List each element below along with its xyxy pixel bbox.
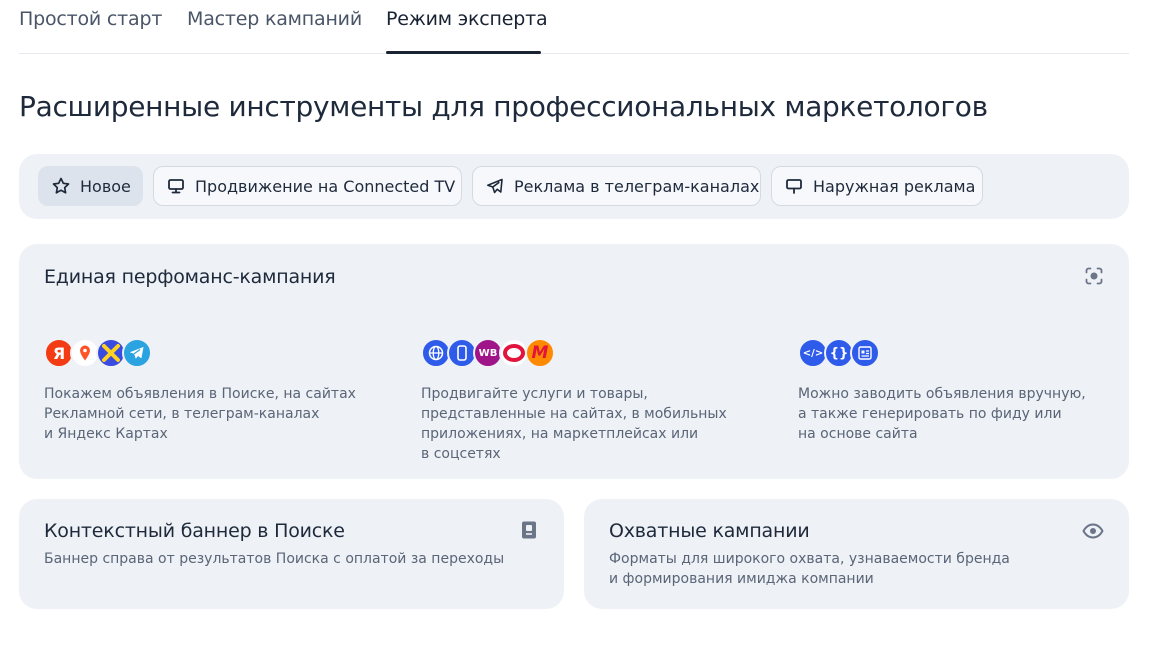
- contextual-search-banner-card[interactable]: Контекстный баннер в Поиске Баннер справ…: [19, 499, 564, 609]
- page-title: Расширенные инструменты для профессионал…: [19, 90, 988, 123]
- filter-chips-bar: Новое Продвижение на Connected TV Реклам…: [19, 154, 1129, 219]
- star-icon: [51, 176, 71, 196]
- telegram-logo: [122, 338, 152, 368]
- feature-column-ad-creation: </> {} Можно заводить объявления вручную…: [798, 338, 1128, 444]
- feature-column-promotion-targets: WB M Продвигайте услуги и товары, предст…: [421, 338, 751, 464]
- scan-icon: [1083, 265, 1105, 287]
- chip-label: Реклама в телеграм-каналах: [514, 176, 760, 196]
- logo-group: </> {}: [798, 338, 1128, 368]
- chip-label: Продвижение на Connected TV: [195, 176, 456, 196]
- chip-label: Наружная реклама: [813, 176, 976, 196]
- card-title: Охватные кампании: [609, 520, 810, 542]
- chip-new[interactable]: Новое: [38, 166, 143, 206]
- reach-campaigns-card[interactable]: Охватные кампании Форматы для широкого о…: [584, 499, 1129, 609]
- site-article-logo: [850, 338, 880, 368]
- eye-icon: [1082, 520, 1104, 542]
- tab-expert-mode[interactable]: Режим эксперта: [386, 8, 548, 30]
- unified-performance-campaign-card[interactable]: Единая перфоманс-кампания Я Покажем объя…: [19, 244, 1129, 479]
- active-tab-indicator: [386, 51, 541, 54]
- chip-outdoor-ads[interactable]: Наружная реклама: [771, 166, 983, 206]
- feature-description: Покажем объявления в Поиске, на сайтах Р…: [44, 386, 356, 442]
- tv-icon: [166, 176, 186, 196]
- tab-campaign-wizard[interactable]: Мастер кампаний: [187, 8, 362, 30]
- chip-label: Новое: [80, 176, 131, 196]
- logo-group: WB M: [421, 338, 751, 368]
- card-title: Контекстный баннер в Поиске: [44, 520, 345, 542]
- billboard-icon: [784, 176, 804, 196]
- feature-column-placements: Я Покажем объявления в Поиске, на сайтах…: [44, 338, 374, 444]
- tab-simple-start[interactable]: Простой старт: [19, 8, 162, 30]
- card-description: Форматы для широкого охвата, узнаваемост…: [609, 551, 1010, 587]
- chip-telegram-ads[interactable]: Реклама в телеграм-каналах: [472, 166, 761, 206]
- banner-icon: [518, 519, 540, 541]
- card-title: Единая перфоманс-кампания: [44, 266, 336, 288]
- telegram-icon: [485, 176, 505, 196]
- feature-description: Можно заводить объявления вручную, а так…: [798, 386, 1086, 442]
- logo-group: Я: [44, 338, 374, 368]
- mode-tabs: Простой старт Мастер кампаний Режим эксп…: [19, 0, 1129, 54]
- yandex-market-logo: M: [525, 338, 555, 368]
- card-description: Баннер справа от результатов Поиска с оп…: [44, 551, 505, 567]
- feature-description: Продвигайте услуги и товары, представлен…: [421, 386, 727, 462]
- chip-connected-tv[interactable]: Продвижение на Connected TV: [153, 166, 462, 206]
